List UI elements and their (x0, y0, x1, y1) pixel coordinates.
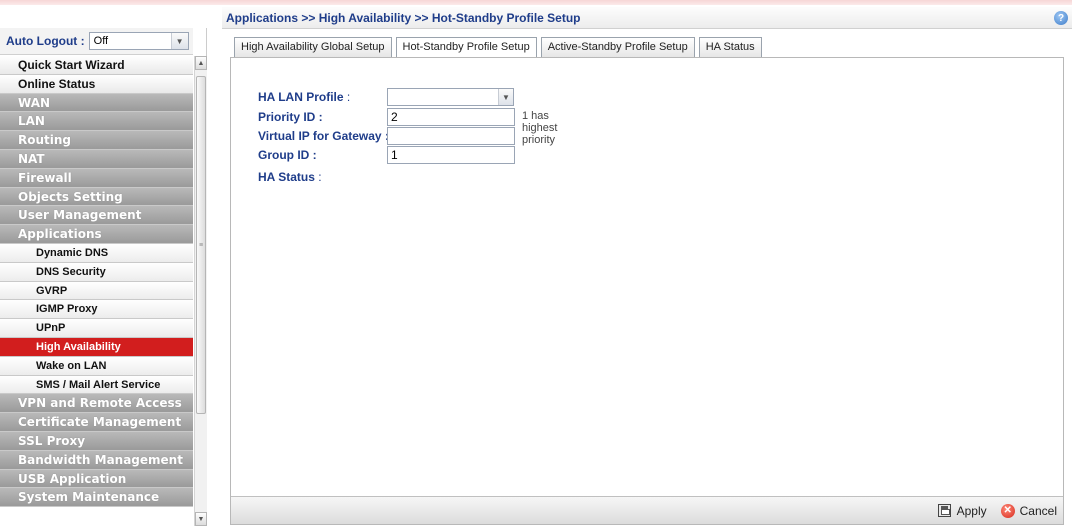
group-id-label: Group ID : (258, 148, 317, 162)
sidebar-item-wake-on-lan[interactable]: Wake on LAN (0, 356, 193, 376)
breadcrumb: Applications >> High Availability >> Hot… (226, 10, 581, 25)
sidebar-item-ssl-proxy[interactable]: SSL Proxy (0, 431, 193, 451)
group-id-field[interactable]: 1 (387, 146, 515, 164)
sidebar-item-quick-start-wizard[interactable]: Quick Start Wizard (0, 56, 193, 75)
ha-lan-profile-label: HA LAN Profile : (258, 90, 351, 104)
sidebar-item-vpn-and-remote-access[interactable]: VPN and Remote Access (0, 394, 193, 414)
auto-logout-bar: Auto Logout : Off ▼ (0, 28, 193, 55)
auto-logout-select[interactable]: Off ▼ (88, 32, 189, 50)
tab-ha-status[interactable]: HA Status (698, 37, 762, 57)
scroll-thumb[interactable]: ≡ (196, 76, 206, 414)
sidebar-item-bandwidth-management[interactable]: Bandwidth Management (0, 450, 193, 470)
sidebar-item-applications[interactable]: Applications (0, 225, 193, 244)
scroll-up-icon[interactable]: ▲ (195, 56, 207, 70)
sidebar-item-igmp-proxy[interactable]: IGMP Proxy (0, 300, 193, 320)
apply-button[interactable]: Apply (937, 503, 987, 518)
sidebar-item-upnp[interactable]: UPnP (0, 319, 193, 338)
priority-hint: 1 has highest priority (522, 110, 558, 146)
priority-id-row: Priority ID : (258, 108, 323, 126)
sidebar-item-high-availability[interactable]: High Availability (0, 337, 193, 357)
breadcrumb-bar: Applications >> High Availability >> Hot… (222, 7, 1072, 29)
virtual-ip-field[interactable] (387, 127, 515, 145)
chevron-down-icon: ▼ (170, 33, 188, 49)
help-icon[interactable]: ? (1054, 11, 1068, 25)
virtual-ip-label: Virtual IP for Gateway : (258, 129, 389, 143)
tab-high-availability-global-setup[interactable]: High Availability Global Setup (234, 37, 392, 57)
sidebar-scrollbar[interactable]: ▲ ≡ ▼ (194, 56, 207, 526)
sidebar-item-wan[interactable]: WAN (0, 93, 193, 113)
priority-id-label: Priority ID : (258, 110, 323, 124)
ha-status-label: HA Status : (258, 170, 322, 184)
sidebar-item-online-status[interactable]: Online Status (0, 74, 193, 94)
sidebar-item-gvrp[interactable]: GVRP (0, 281, 193, 301)
ha-status-row: HA Status : (258, 168, 322, 186)
sidebar-item-dynamic-dns[interactable]: Dynamic DNS (0, 243, 193, 263)
sidebar-item-lan[interactable]: LAN (0, 112, 193, 132)
tab-hot-standby-profile-setup[interactable]: Hot-Standby Profile Setup (395, 37, 537, 57)
group-id-row: Group ID : (258, 146, 317, 164)
sidebar-item-system-maintenance[interactable]: System Maintenance (0, 488, 193, 508)
apply-label: Apply (956, 503, 987, 518)
sidebar-item-firewall[interactable]: Firewall (0, 168, 193, 188)
auto-logout-label: Auto Logout : (6, 34, 85, 48)
sidebar: Auto Logout : Off ▼ Quick Start Wizard On… (0, 28, 207, 526)
save-icon (937, 504, 951, 517)
priority-id-field[interactable]: 2 (387, 108, 515, 126)
sidebar-item-nat[interactable]: NAT (0, 149, 193, 169)
scroll-down-icon[interactable]: ▼ (195, 512, 207, 526)
main-content: Applications >> High Availability >> Hot… (222, 7, 1072, 526)
profile-panel: HA LAN Profile : ▼ Priority ID : 2 1 has… (230, 57, 1064, 525)
sidebar-item-objects-setting[interactable]: Objects Setting (0, 187, 193, 207)
cancel-label: Cancel (1019, 503, 1057, 518)
sidebar-item-routing[interactable]: Routing (0, 131, 193, 150)
auto-logout-value: Off (93, 35, 109, 47)
cancel-icon: ✕ (1000, 503, 1015, 518)
ha-lan-profile-row: HA LAN Profile : (258, 88, 350, 106)
sidebar-menu: Quick Start Wizard Online Status WAN LAN Rou… (0, 56, 193, 508)
sidebar-item-dns-security[interactable]: DNS Security (0, 262, 193, 282)
chevron-down-icon: ▼ (498, 89, 513, 105)
top-strip (0, 0, 1072, 5)
sidebar-item-certificate-management[interactable]: Certificate Management (0, 413, 193, 432)
ha-lan-profile-select[interactable]: ▼ (387, 88, 514, 106)
cancel-button[interactable]: ✕ Cancel (1000, 503, 1057, 518)
sidebar-item-user-management[interactable]: User Management (0, 206, 193, 226)
sidebar-item-usb-application[interactable]: USB Application (0, 469, 193, 489)
virtual-ip-row: Virtual IP for Gateway : (258, 127, 389, 145)
sidebar-item-sms-mail-alert-service[interactable]: SMS / Mail Alert Service (0, 375, 193, 395)
action-bar: Apply ✕ Cancel (231, 496, 1063, 524)
tab-bar: High Availability Global Setup Hot-Standb… (234, 37, 766, 57)
tab-active-standby-profile-setup[interactable]: Active-Standby Profile Setup (540, 37, 695, 57)
